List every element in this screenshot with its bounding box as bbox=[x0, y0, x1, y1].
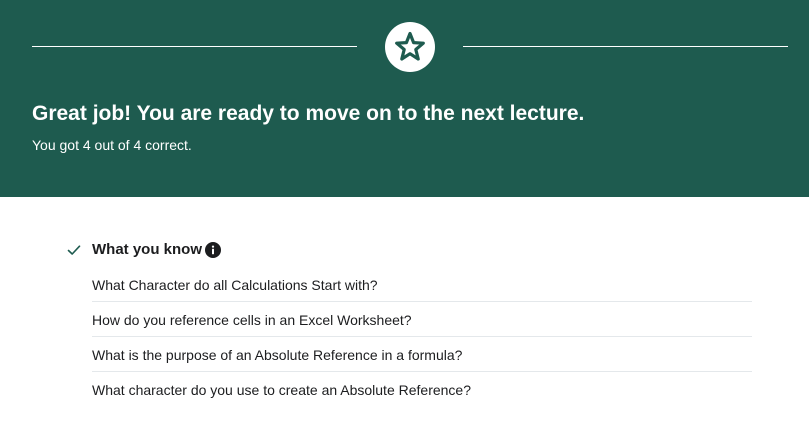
result-banner: Great job! You are ready to move on to t… bbox=[0, 0, 809, 197]
star-badge bbox=[385, 22, 435, 72]
divider-left bbox=[32, 46, 357, 47]
question-item: What character do you use to create an A… bbox=[92, 382, 472, 398]
check-icon bbox=[67, 245, 81, 255]
result-headline: Great job! You are ready to move on to t… bbox=[32, 102, 585, 125]
what-you-know-title: What you know bbox=[92, 241, 202, 258]
question-list: What Character do all Calculations Start… bbox=[92, 267, 752, 407]
score-summary: You got 4 out of 4 correct. bbox=[32, 137, 192, 153]
question-item: What Character do all Calculations Start… bbox=[92, 267, 752, 302]
star-icon bbox=[395, 31, 425, 61]
question-item: What is the purpose of an Absolute Refer… bbox=[92, 337, 752, 372]
question-item: How do you reference cells in an Excel W… bbox=[92, 302, 752, 337]
divider-right bbox=[463, 46, 788, 47]
info-icon[interactable] bbox=[205, 242, 221, 258]
what-you-know-header: What you know bbox=[66, 238, 752, 262]
what-you-know-section: What you know What Character do all Calc… bbox=[66, 238, 752, 398]
